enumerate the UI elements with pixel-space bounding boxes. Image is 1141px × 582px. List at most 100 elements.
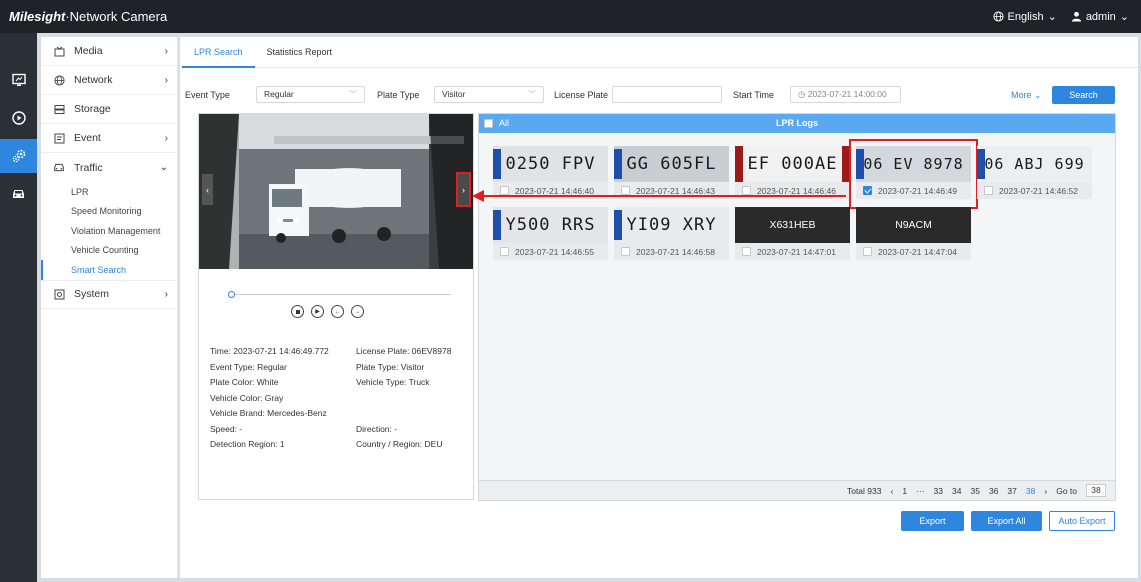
log-card-selected[interactable]: 06 EV 8978 2023-07-21 14:46:49 bbox=[849, 139, 978, 209]
stop-button[interactable] bbox=[291, 305, 304, 318]
detail-panel: ‹ › ▶ ← → Time: 2023-07-21 14:46:49.772 L… bbox=[198, 113, 474, 500]
sidebar-item-media[interactable]: Media › bbox=[41, 37, 177, 66]
next-page-button[interactable]: › bbox=[1044, 486, 1047, 496]
live-view-rail-button[interactable] bbox=[0, 63, 37, 97]
play-icon: ▶ bbox=[315, 309, 320, 315]
plate-text: YI09 XRY bbox=[626, 215, 717, 235]
license-plate-input[interactable] bbox=[612, 86, 722, 103]
page-36[interactable]: 36 bbox=[989, 486, 998, 496]
sidebar-subitem-smart-search[interactable]: Smart Search bbox=[41, 260, 177, 280]
page-33[interactable]: 33 bbox=[934, 486, 943, 496]
brand-logo: Milesight ·Network Camera bbox=[9, 9, 167, 24]
goto-page-input[interactable]: 38 bbox=[1086, 484, 1106, 497]
log-card-checkbox[interactable] bbox=[984, 186, 993, 195]
plate-image: 06 EV 8978 bbox=[856, 146, 971, 182]
chevron-left-icon: ‹ bbox=[206, 184, 209, 195]
prev-page-button[interactable]: ‹ bbox=[890, 486, 893, 496]
search-button[interactable]: Search bbox=[1052, 86, 1115, 104]
playback-controls: ▶ ← → bbox=[291, 305, 364, 318]
event-type-label: Event Type bbox=[185, 90, 230, 100]
chevron-down-icon: ﹀ bbox=[528, 90, 536, 99]
log-card[interactable]: YI09 XRY 2023-07-21 14:46:58 bbox=[614, 207, 729, 263]
sidebar-item-event[interactable]: Event › bbox=[41, 124, 177, 153]
playback-slider[interactable] bbox=[228, 291, 451, 298]
next-snapshot-button[interactable]: › bbox=[456, 172, 471, 207]
sidebar-subitem-vehicle-counting[interactable]: Vehicle Counting bbox=[41, 241, 177, 261]
log-card-checkbox[interactable] bbox=[500, 247, 509, 256]
eu-band-icon bbox=[856, 149, 864, 179]
export-button[interactable]: Export bbox=[901, 511, 964, 531]
snapshot-image: ‹ › bbox=[199, 114, 473, 269]
page-1[interactable]: 1 bbox=[902, 486, 907, 496]
chevron-down-icon: ﹀ bbox=[349, 90, 357, 99]
truck-snapshot bbox=[199, 114, 473, 269]
slider-handle[interactable] bbox=[228, 291, 235, 298]
log-card[interactable]: N9ACM 2023-07-21 14:47:04 bbox=[856, 207, 971, 263]
plate-image: 06 ABJ 699 bbox=[977, 146, 1092, 182]
log-card-footer: 2023-07-21 14:46:55 bbox=[493, 243, 608, 260]
plate-type-select[interactable]: Visitor ﹀ bbox=[434, 86, 544, 103]
page-38-current[interactable]: 38 bbox=[1026, 486, 1035, 496]
play-button[interactable]: ▶ bbox=[311, 305, 324, 318]
car-icon bbox=[13, 190, 24, 198]
page-35[interactable]: 35 bbox=[970, 486, 979, 496]
select-all[interactable]: All bbox=[484, 118, 509, 128]
detail-detection-region: Detection Region: 1 bbox=[210, 439, 285, 449]
select-all-checkbox[interactable] bbox=[484, 118, 493, 128]
sidebar-item-system[interactable]: System › bbox=[41, 279, 177, 309]
more-label: More bbox=[1011, 90, 1032, 100]
log-card[interactable]: 06 ABJ 699 2023-07-21 14:46:52 bbox=[977, 146, 1092, 202]
sidebar-subitem-lpr[interactable]: LPR bbox=[41, 182, 177, 202]
tab-statistics-report[interactable]: Statistics Report bbox=[255, 37, 345, 68]
sidebar-item-traffic[interactable]: Traffic ⌄ bbox=[41, 153, 177, 182]
annotation-arrow bbox=[472, 190, 846, 202]
log-card-checkbox[interactable] bbox=[863, 186, 872, 195]
detail-vehicle-brand: Vehicle Brand: Mercedes-Benz bbox=[210, 408, 327, 418]
previous-snapshot-button[interactable]: ‹ bbox=[202, 174, 213, 205]
log-card[interactable]: X631HEB 2023-07-21 14:47:01 bbox=[735, 207, 850, 263]
detail-time: Time: 2023-07-21 14:46:49.772 bbox=[210, 346, 329, 356]
chevron-down-icon: ⌄ bbox=[1034, 90, 1042, 100]
log-card[interactable]: Y500 RRS 2023-07-21 14:46:55 bbox=[493, 207, 608, 263]
tab-lpr-search[interactable]: LPR Search bbox=[182, 37, 255, 68]
previous-frame-button[interactable]: ← bbox=[331, 305, 344, 318]
filter-bar: Event Type Regular ﹀ Plate Type Visitor … bbox=[180, 86, 1138, 106]
page-ellipsis[interactable]: ··· bbox=[916, 486, 925, 496]
brand-name: Milesight bbox=[9, 9, 66, 24]
clock-icon: ◷ bbox=[798, 89, 806, 99]
language-label: English bbox=[1007, 10, 1044, 23]
start-time-label: Start Time bbox=[733, 90, 775, 100]
detail-speed: Speed: - bbox=[210, 423, 243, 434]
log-card-checkbox[interactable] bbox=[742, 247, 751, 256]
event-type-select[interactable]: Regular ﹀ bbox=[256, 86, 365, 103]
log-card-checkbox[interactable] bbox=[621, 247, 630, 256]
sidebar-item-network[interactable]: Network › bbox=[41, 66, 177, 95]
sidebar-subitem-violation-management[interactable]: Violation Management bbox=[41, 221, 177, 241]
globe-icon bbox=[992, 11, 1004, 22]
lpr-logs-title: LPR Logs bbox=[776, 118, 818, 128]
plate-image: 0250 FPV bbox=[493, 146, 608, 182]
product-name: ·Network Camera bbox=[65, 9, 168, 24]
sidebar-item-storage[interactable]: Storage bbox=[41, 95, 177, 124]
icon-rail bbox=[0, 33, 37, 582]
detail-plate-color: Plate Color: White bbox=[210, 377, 279, 387]
next-frame-button[interactable]: → bbox=[351, 305, 364, 318]
language-selector[interactable]: English ⌄ bbox=[992, 10, 1057, 23]
sidebar-item-label: Network bbox=[74, 74, 113, 86]
vehicle-rail-button[interactable] bbox=[0, 177, 37, 211]
settings-rail-button[interactable] bbox=[0, 139, 37, 173]
more-filters-toggle[interactable]: More ⌄ bbox=[1011, 90, 1042, 101]
export-all-button[interactable]: Export All bbox=[971, 511, 1042, 531]
user-menu[interactable]: admin ⌄ bbox=[1071, 10, 1129, 23]
detail-direction: Direction: - bbox=[356, 423, 398, 434]
sidebar-subitem-speed-monitoring[interactable]: Speed Monitoring bbox=[41, 202, 177, 222]
log-card-checkbox[interactable] bbox=[863, 247, 872, 256]
page-37[interactable]: 37 bbox=[1007, 486, 1016, 496]
playback-rail-button[interactable] bbox=[0, 101, 37, 135]
plate-text: 06 ABJ 699 bbox=[984, 155, 1085, 173]
start-time-input[interactable]: ◷ 2023-07-21 14:00:00 bbox=[790, 86, 901, 103]
page-34[interactable]: 34 bbox=[952, 486, 961, 496]
auto-export-button[interactable]: Auto Export bbox=[1049, 511, 1115, 531]
play-circle-icon bbox=[11, 111, 26, 125]
globe-icon bbox=[53, 74, 65, 86]
